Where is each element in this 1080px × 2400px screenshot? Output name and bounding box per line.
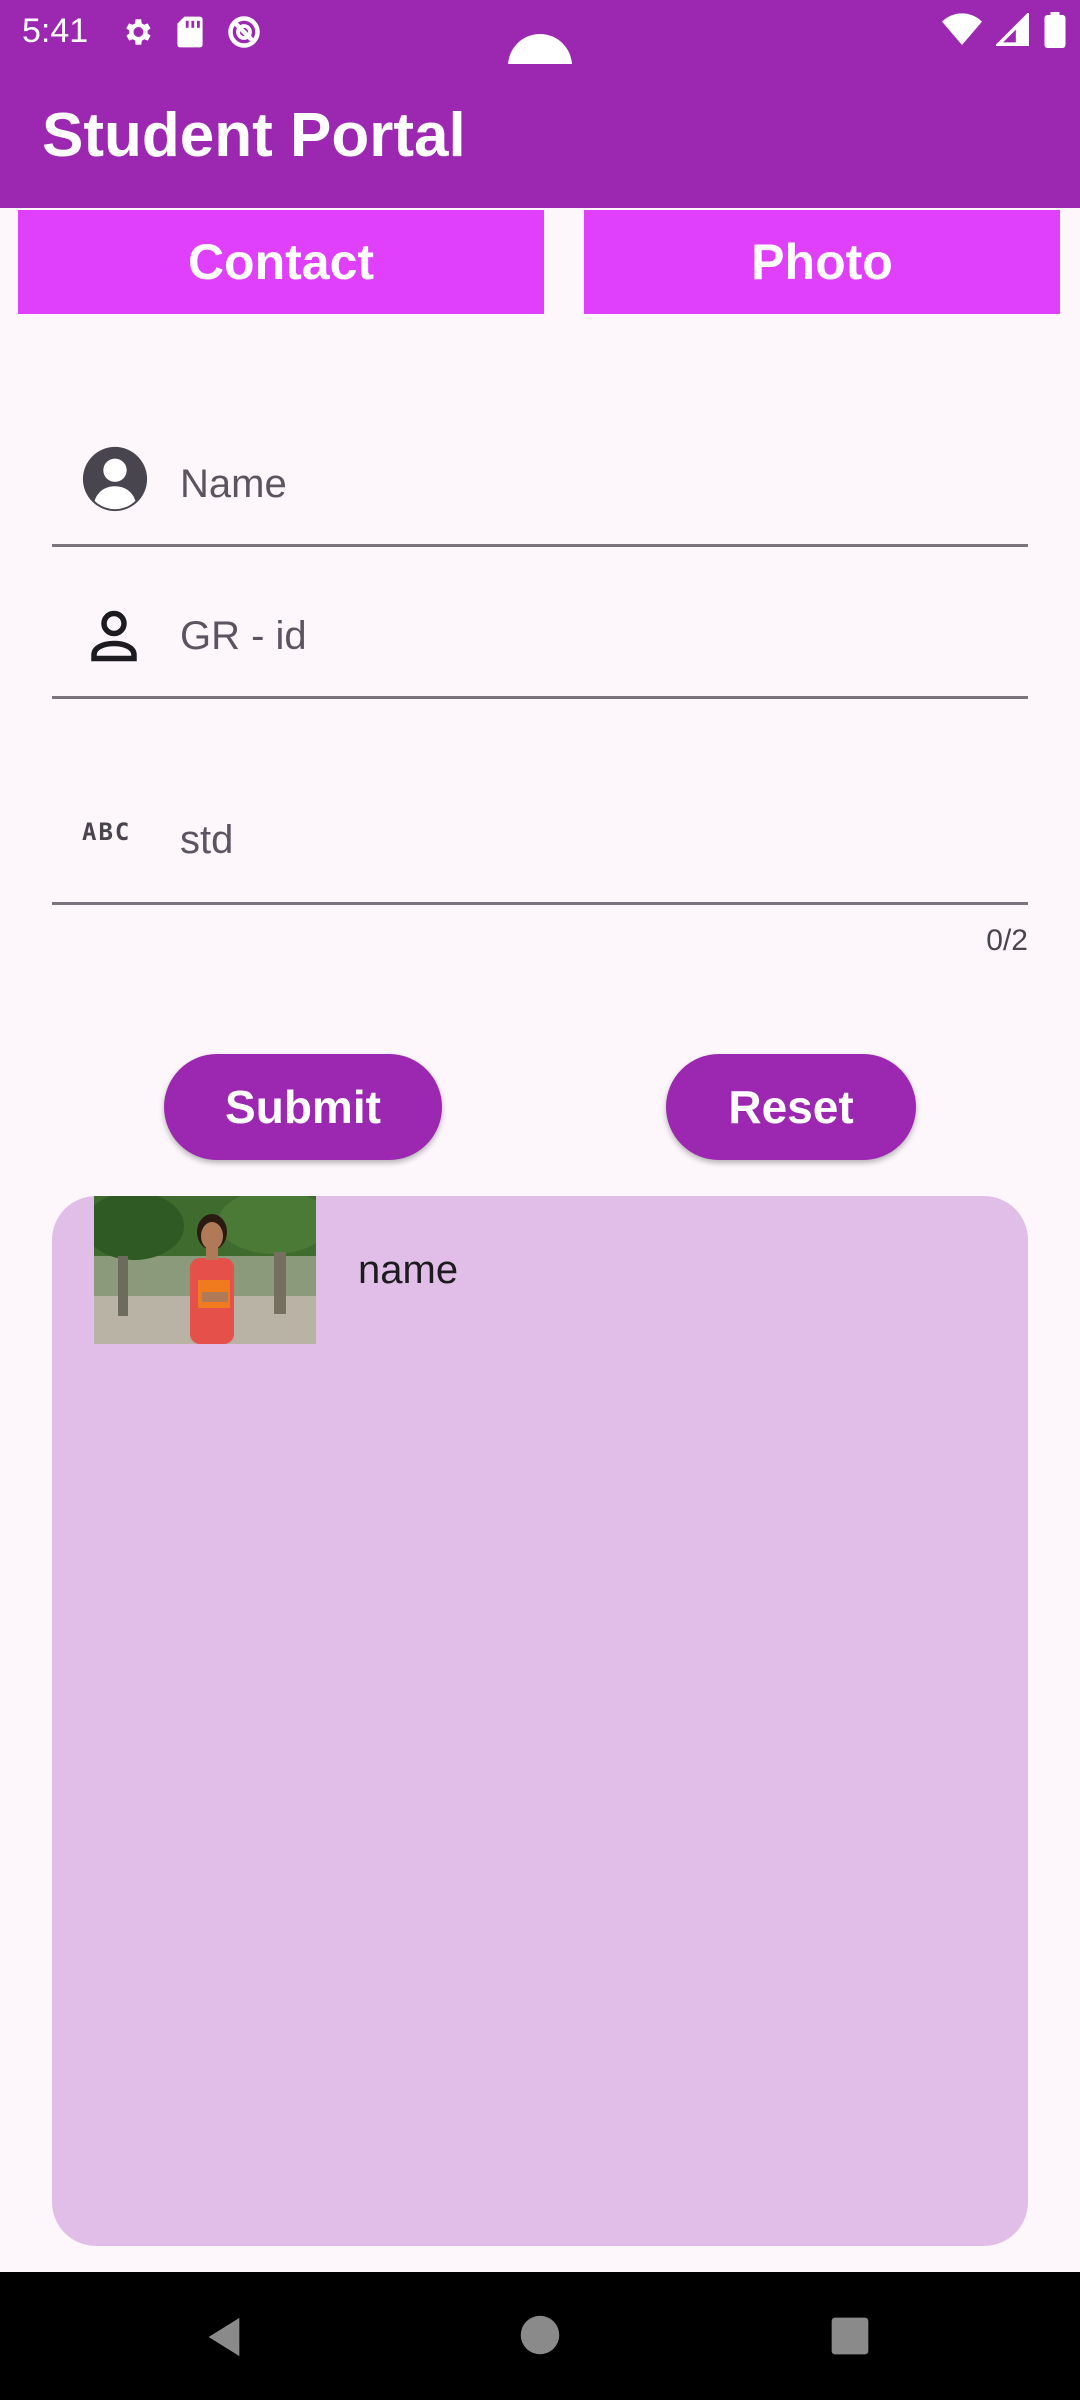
student-name: name	[358, 1248, 459, 1292]
reset-button[interactable]: Reset	[666, 1054, 916, 1160]
battery-icon	[1044, 12, 1066, 48]
tab-photo[interactable]: Photo	[584, 210, 1060, 314]
name-field[interactable]: Name	[52, 430, 1028, 547]
std-field[interactable]: ABC std	[52, 766, 1028, 905]
submit-button[interactable]: Submit	[164, 1054, 442, 1160]
character-counter: 0/2	[986, 924, 1028, 957]
app-title: Student Portal	[42, 101, 466, 170]
do-not-disturb-icon	[228, 16, 260, 48]
sd-card-icon	[177, 16, 203, 48]
app-bar: Student Portal	[0, 64, 1080, 208]
abc-icon: ABC	[82, 818, 132, 846]
student-photo	[94, 1196, 316, 1344]
status-icons-left	[120, 14, 262, 50]
student-list-card: name	[52, 1196, 1028, 2246]
tab-contact[interactable]: Contact	[18, 210, 544, 314]
status-icons-right	[942, 12, 1066, 48]
home-icon[interactable]	[519, 2314, 561, 2356]
status-time: 5:41	[22, 12, 89, 50]
back-icon[interactable]	[200, 2314, 248, 2360]
status-bar: 5:41	[0, 0, 1080, 98]
person-outline-icon	[84, 606, 144, 666]
gr-id-placeholder: GR - id	[180, 614, 307, 658]
name-placeholder: Name	[180, 462, 287, 506]
recents-icon[interactable]	[830, 2316, 870, 2356]
std-placeholder: std	[180, 818, 234, 862]
wifi-icon	[942, 13, 982, 45]
navigation-bar	[0, 2272, 1080, 2400]
account-circle-icon	[80, 444, 150, 514]
gr-id-field[interactable]: GR - id	[52, 584, 1028, 699]
signal-icon	[996, 13, 1029, 46]
gear-icon	[126, 19, 151, 45]
